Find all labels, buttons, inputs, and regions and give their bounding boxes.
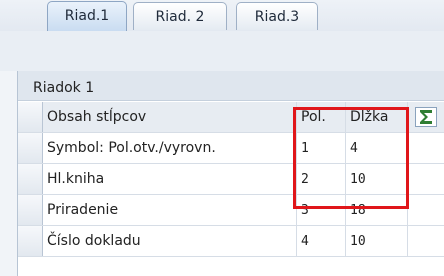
cell-length[interactable]: 10 xyxy=(346,226,408,256)
cell-content[interactable]: Symbol: Pol.otv./vyrovn. xyxy=(43,133,297,163)
tab-riad-2[interactable]: Riad. 2 xyxy=(133,2,227,30)
row-selector[interactable] xyxy=(18,164,43,194)
select-all-button[interactable] xyxy=(18,102,43,132)
tab-riad-1[interactable]: Riad.1 xyxy=(47,1,127,31)
cell-position[interactable]: 2 xyxy=(297,164,346,194)
tab-strip: Riad.1 Riad. 2 Riad.3 xyxy=(0,0,444,32)
row-selector[interactable] xyxy=(18,133,43,163)
column-header-position[interactable]: Pol. xyxy=(297,102,346,132)
sigma-sum-icon[interactable] xyxy=(415,107,437,127)
row-selector[interactable] xyxy=(18,226,43,256)
cell-empty xyxy=(408,164,444,194)
cell-content[interactable]: Priradenie xyxy=(43,195,297,225)
cell-content[interactable]: Hl.kniha xyxy=(43,164,297,194)
cell-empty xyxy=(408,195,444,225)
row-selector[interactable] xyxy=(18,195,43,225)
cell-position[interactable]: 3 xyxy=(297,195,346,225)
cell-length[interactable]: 18 xyxy=(346,195,408,225)
table-header: Obsah stĺpcov Pol. Dĺžka xyxy=(18,102,444,133)
toolbar-area xyxy=(0,31,444,71)
table-row: Symbol: Pol.otv./vyrovn. 1 4 xyxy=(18,133,444,164)
tab-riad-3[interactable]: Riad.3 xyxy=(236,2,318,30)
table-row: Číslo dokladu 4 10 xyxy=(18,226,444,257)
cell-empty xyxy=(408,133,444,163)
cell-length[interactable]: 10 xyxy=(346,164,408,194)
table-row: Priradenie 3 18 xyxy=(18,195,444,226)
column-header-length[interactable]: Dĺžka xyxy=(346,102,408,132)
cell-empty xyxy=(408,226,444,256)
cell-position[interactable]: 1 xyxy=(297,133,346,163)
column-header-tools xyxy=(408,102,444,132)
cell-position[interactable]: 4 xyxy=(297,226,346,256)
section-title: Riadok 1 xyxy=(18,71,444,101)
cell-content[interactable]: Číslo dokladu xyxy=(43,226,297,256)
row-definition-panel: Riadok 1 Obsah stĺpcov Pol. Dĺžka Symbol… xyxy=(17,71,444,276)
column-header-content[interactable]: Obsah stĺpcov xyxy=(43,102,297,132)
cell-length[interactable]: 4 xyxy=(346,133,408,163)
table-row: Hl.kniha 2 10 xyxy=(18,164,444,195)
